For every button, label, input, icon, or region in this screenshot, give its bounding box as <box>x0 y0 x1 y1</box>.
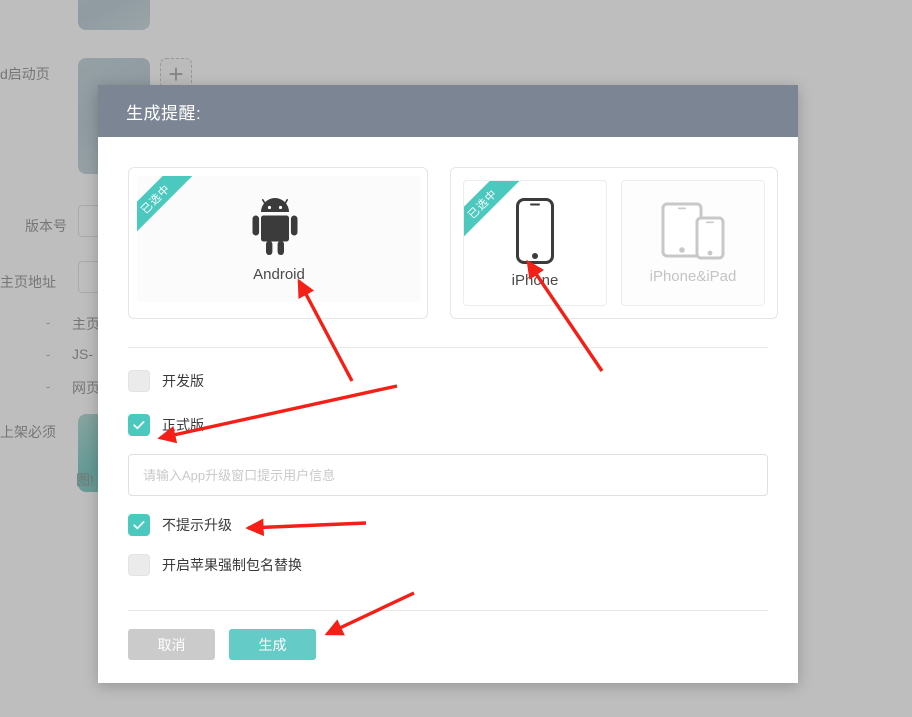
option-row-force-bundle-replace[interactable]: 开启苹果强制包名替换 <box>128 554 768 576</box>
generate-button[interactable]: 生成 <box>229 629 316 660</box>
dialog-footer: 取消 生成 <box>128 611 768 660</box>
platform-card-android[interactable]: 已选中 Android <box>128 167 428 319</box>
dialog-header: 生成提醒: <box>98 85 798 137</box>
option-label-release-build: 正式版 <box>162 417 204 433</box>
dialog-body: 已选中 Android 已选中 iPhone iPhone&iPad 开发版 正… <box>98 137 798 660</box>
iphone-ipad-icon <box>661 202 725 260</box>
android-icon <box>251 196 307 258</box>
checkbox-release-build[interactable] <box>128 414 150 436</box>
option-row-release-build[interactable]: 正式版 <box>128 414 768 436</box>
upgrade-message-input[interactable] <box>128 454 768 496</box>
option-label-force-bundle-replace: 开启苹果强制包名替换 <box>162 557 302 573</box>
platform-label-android: Android <box>253 265 305 283</box>
checkbox-dev-build[interactable] <box>128 370 150 392</box>
platform-card-ios-group: 已选中 iPhone iPhone&iPad <box>450 167 778 319</box>
section-divider <box>128 347 768 348</box>
option-row-no-upgrade-prompt[interactable]: 不提示升级 <box>128 514 768 536</box>
platform-tile-android[interactable]: 已选中 Android <box>137 176 421 302</box>
screen: + d启动页 版本号 主页地址 主页 JS- 网页 上架必须 图! - - - … <box>0 0 912 717</box>
selected-ribbon-android: 已选中 <box>137 176 200 243</box>
platform-label-iphone: iPhone <box>511 271 559 289</box>
option-label-dev-build: 开发版 <box>162 373 204 389</box>
platform-tile-iphone[interactable]: 已选中 iPhone <box>463 180 607 306</box>
platform-tile-iphone-ipad[interactable]: iPhone&iPad <box>621 180 765 306</box>
checkbox-no-upgrade-prompt[interactable] <box>128 514 150 536</box>
cancel-button[interactable]: 取消 <box>128 629 215 660</box>
iphone-icon <box>516 197 554 264</box>
dialog-title: 生成提醒: <box>126 103 202 123</box>
checkbox-force-bundle-replace[interactable] <box>128 554 150 576</box>
option-row-dev-build[interactable]: 开发版 <box>128 370 768 392</box>
platform-label-iphone-ipad: iPhone&iPad <box>649 267 737 285</box>
generate-reminder-dialog: 生成提醒: 已选中 Android 已选中 iPhone iPhone&iPad… <box>98 85 798 683</box>
option-label-no-upgrade-prompt: 不提示升级 <box>162 517 232 533</box>
platform-selector: 已选中 Android 已选中 iPhone iPhone&iPad <box>128 167 778 319</box>
